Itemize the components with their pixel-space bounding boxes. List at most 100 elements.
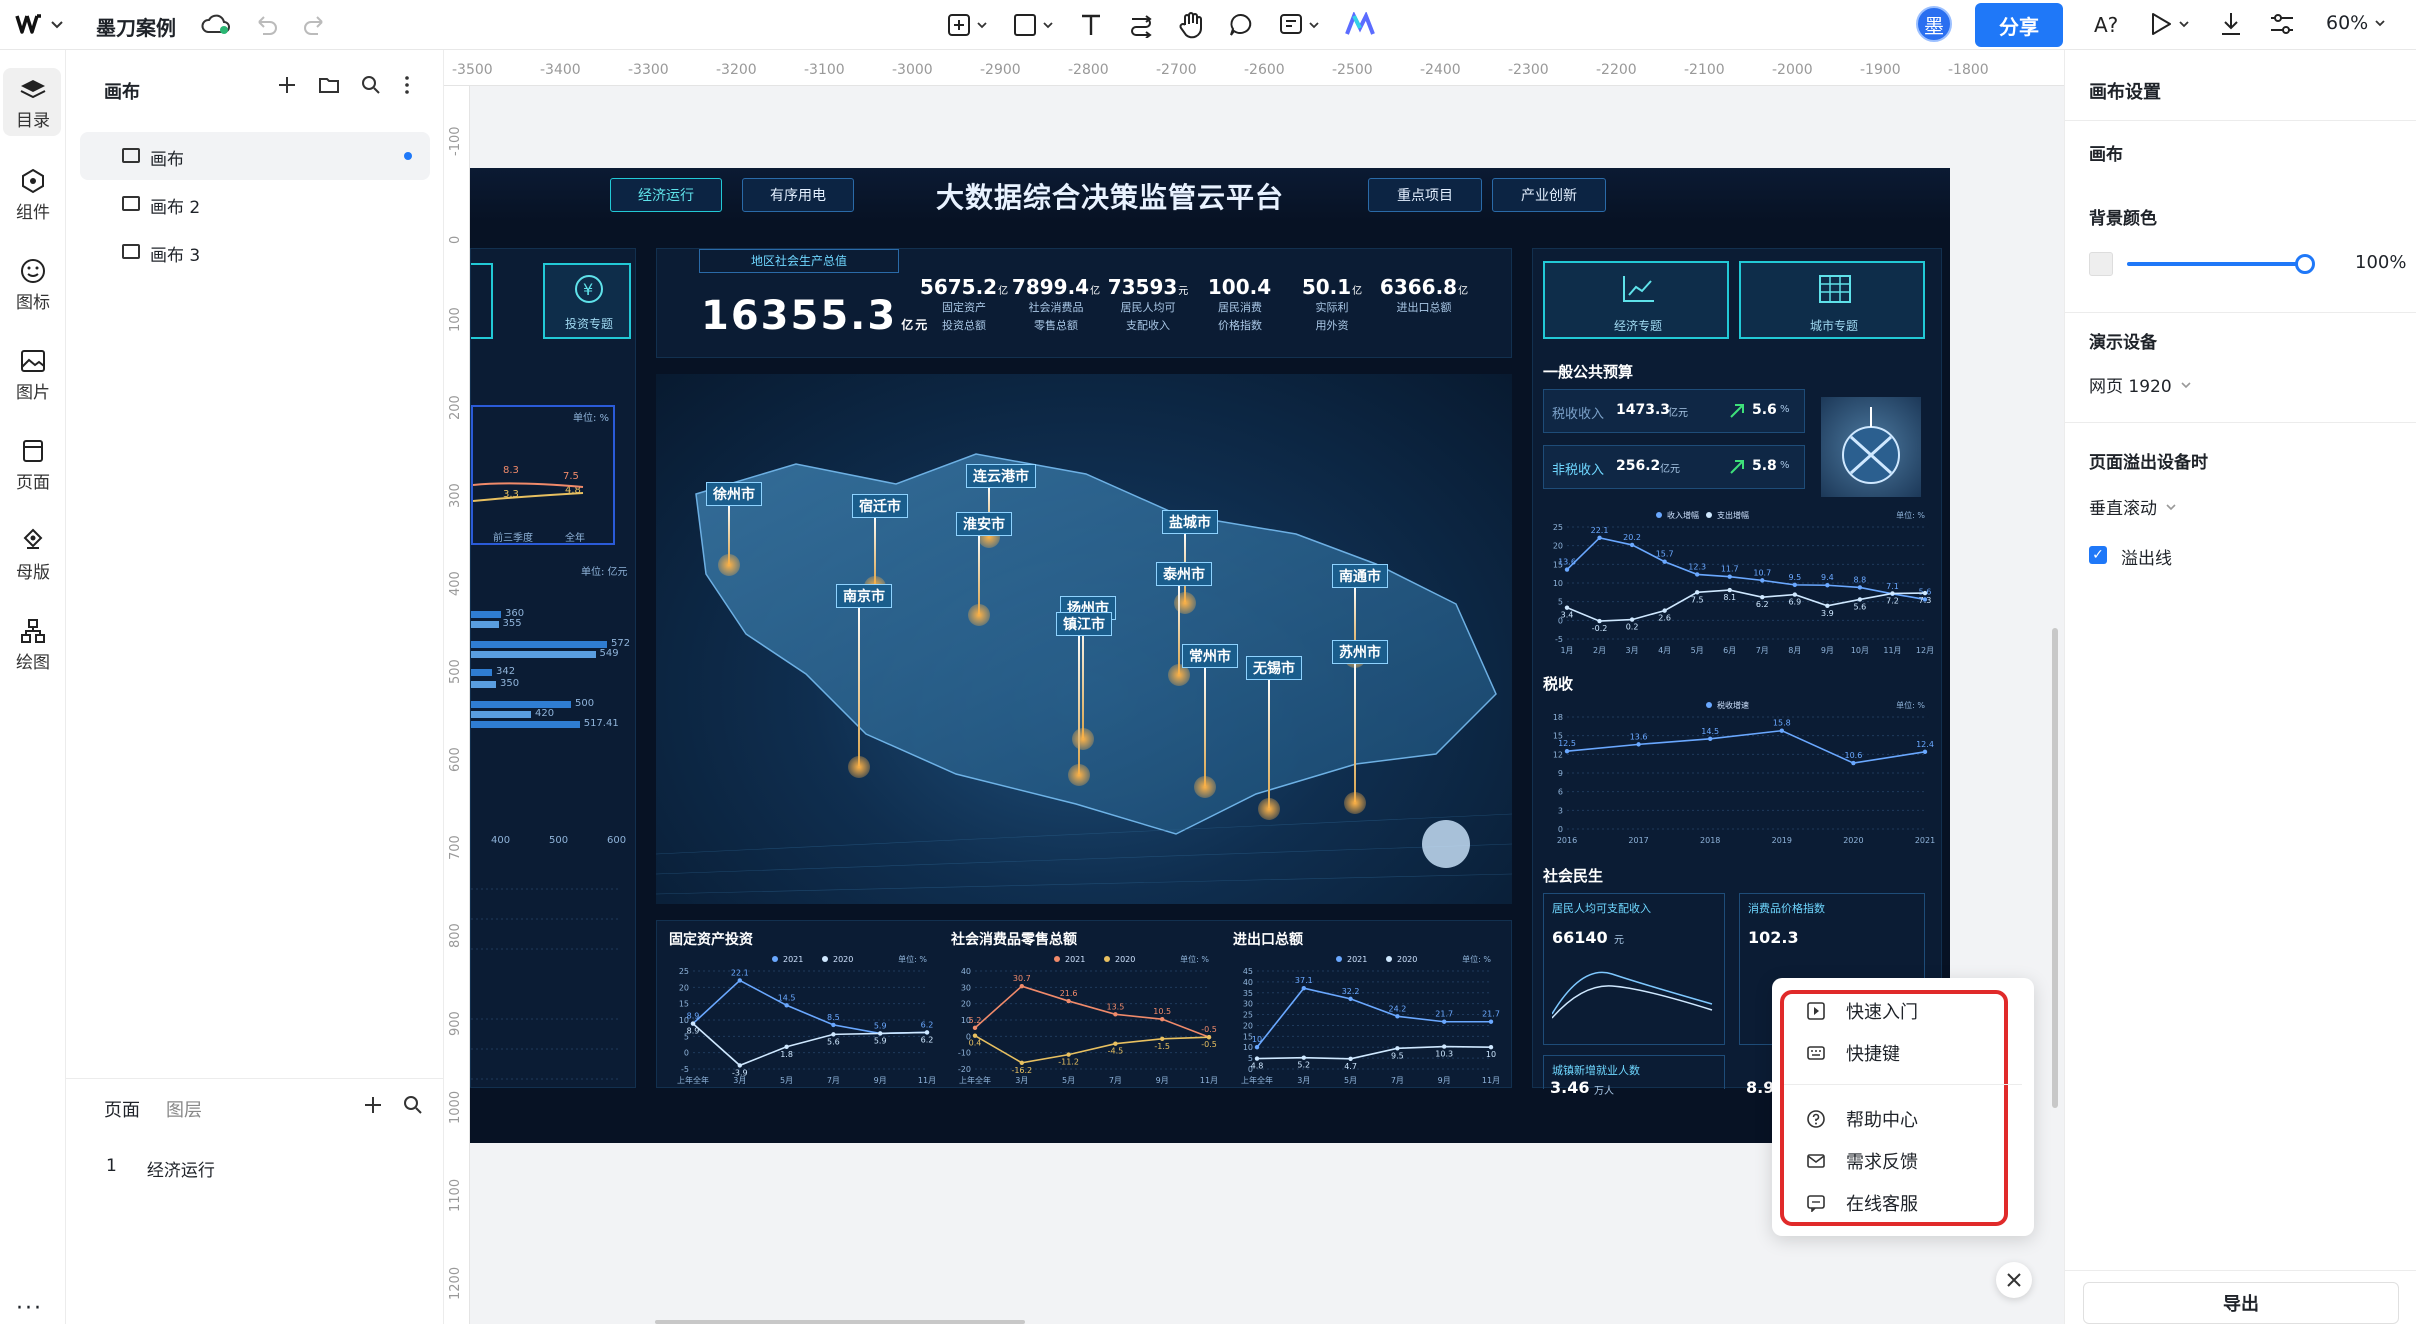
axis-tick: 400	[491, 835, 511, 846]
rail-item-pages[interactable]: 页面	[0, 438, 66, 493]
user-avatar[interactable]: 墨	[1916, 6, 1952, 42]
project-title[interactable]: 墨刀案例	[96, 12, 176, 41]
canvas-item[interactable]: 画布	[80, 132, 430, 180]
map-pin-glow	[1344, 792, 1366, 814]
opacity-slider[interactable]	[2127, 262, 2303, 266]
menu-item-help-center[interactable]: 帮助中心	[1806, 1106, 1918, 1132]
tab-pages[interactable]: 页面	[104, 1096, 140, 1122]
preview-button[interactable]	[2148, 10, 2190, 38]
legend-marker	[1054, 956, 1060, 962]
text-tool[interactable]	[1078, 8, 1104, 42]
x-tick-label: 上年全年	[959, 1075, 991, 1085]
panel-title: 画布	[104, 82, 140, 103]
invest-topic-card[interactable]: ¥ 投资专题	[543, 263, 631, 339]
dash-tab-innovation[interactable]: 产业创新	[1492, 178, 1606, 212]
chevron-down-icon	[977, 22, 987, 29]
menu-item-online-support[interactable]: 在线客服	[1806, 1190, 1918, 1216]
series-line	[1256, 987, 1491, 1048]
opacity-slider-knob[interactable]	[2295, 254, 2315, 274]
map-pin-line	[1354, 662, 1356, 802]
kpi-item: 50.1亿 实际利 用外资	[1287, 275, 1377, 335]
zoom-control[interactable]: 60%	[2326, 12, 2386, 34]
tax-section-title: 税收	[1543, 675, 1574, 693]
rail-item-masters[interactable]: 母版	[0, 528, 66, 583]
hand-tool[interactable]	[1178, 8, 1204, 42]
canvas-item[interactable]: 画布 2	[80, 180, 430, 228]
rail-item-components[interactable]: 组件	[0, 168, 66, 223]
search-icon[interactable]	[402, 1094, 424, 1116]
kpi-label: 固定资产	[942, 301, 986, 314]
jiangsu-map[interactable]: 徐州市 宿迁市 连云港市 淮安市 盐城市 南京市 扬州市 泰州市 镇江市 常州市 无锡市 南通市 苏州市	[656, 374, 1512, 904]
add-page-icon[interactable]	[362, 1094, 384, 1116]
folder-icon[interactable]	[318, 74, 340, 96]
dashboard-artboard[interactable]: 经济运行 有序用电 大数据综合决策监管云平台 重点项目 产业创新 ¥ 投资专题 …	[470, 168, 1950, 1143]
canvas-item[interactable]: 画布 3	[80, 228, 430, 276]
comment-tool[interactable]	[1228, 8, 1254, 42]
mail-icon	[1807, 1154, 1825, 1168]
rail-item-images[interactable]: 图片	[0, 348, 66, 403]
frame-icon	[122, 244, 140, 259]
horizontal-scrollbar[interactable]	[655, 1320, 1025, 1324]
insert-tool[interactable]	[946, 8, 988, 42]
x-tick-label: 7月	[827, 1076, 840, 1085]
connector-tool[interactable]	[1128, 8, 1154, 42]
menu-item-label: 需求反馈	[1846, 1152, 1918, 1173]
close-help-button[interactable]	[1996, 1262, 2032, 1298]
redo-icon[interactable]	[302, 12, 328, 38]
menu-item-shortcuts[interactable]: 快捷键	[1806, 1040, 1900, 1066]
x-tick-label: 12月	[1916, 646, 1934, 655]
data-label: 8.8	[1854, 575, 1867, 584]
map-pin-line	[978, 534, 980, 614]
ruler-tick: -3000	[892, 62, 933, 78]
search-icon[interactable]	[360, 74, 382, 96]
dash-tab-economy[interactable]: 经济运行	[610, 178, 722, 212]
rail-item-icons[interactable]: 图标	[0, 258, 66, 313]
cloud-sync-icon[interactable]	[200, 12, 232, 38]
font-check-icon[interactable]: A?	[2092, 10, 2124, 38]
data-point	[1792, 582, 1798, 588]
data-point	[1629, 617, 1635, 622]
data-point	[1760, 578, 1765, 583]
data-point	[1825, 583, 1830, 588]
dash-tab-projects[interactable]: 重点项目	[1368, 178, 1482, 212]
bar-value: 500	[575, 698, 595, 709]
city-topic-card[interactable]: 城市专题	[1739, 261, 1925, 339]
settings-sliders-icon[interactable]	[2268, 10, 2296, 38]
bg-color-swatch[interactable]	[2089, 252, 2113, 276]
x-tick-label: 7月	[1109, 1076, 1122, 1085]
data-label: 15.8	[1773, 719, 1791, 728]
dash-tab-power[interactable]: 有序用电	[742, 178, 854, 212]
opacity-value[interactable]: 100%	[2355, 252, 2406, 273]
vertical-scrollbar[interactable]	[2052, 628, 2058, 1108]
more-vertical-icon[interactable]	[402, 74, 412, 96]
tool-group	[946, 8, 1376, 42]
device-select[interactable]: 网页 1920	[2089, 372, 2192, 397]
left-column-panel: ¥ 投资专题 单位: % 8.3 7.5 3.3 4.8 前三季度 全年 单位:…	[470, 248, 636, 1088]
legend-label: 2021	[1347, 955, 1367, 964]
tab-layers[interactable]: 图层	[166, 1096, 202, 1122]
share-button[interactable]: 分享	[1975, 3, 2063, 47]
data-label: 10.7	[1753, 568, 1771, 577]
rail-item-directory[interactable]: 目录	[0, 78, 66, 131]
more-icon[interactable]: ···	[16, 1296, 43, 1321]
overflow-select[interactable]: 垂直滚动	[2089, 494, 2177, 519]
download-icon[interactable]	[2218, 10, 2244, 38]
annotation-tool[interactable]	[1278, 8, 1320, 42]
page-item[interactable]: 1 经济运行	[106, 1156, 215, 1181]
ruler-tick: -2900	[980, 62, 1021, 78]
export-button[interactable]: 导出	[2083, 1282, 2399, 1324]
chevron-down-icon	[2179, 21, 2189, 28]
ai-tool[interactable]	[1344, 8, 1376, 42]
economy-topic-card[interactable]: 经济专题	[1543, 261, 1729, 339]
axis-tick: 600	[607, 835, 627, 846]
app-logo-menu[interactable]	[14, 12, 64, 38]
overflow-line-checkbox[interactable]: ✓	[2089, 546, 2107, 564]
add-icon[interactable]	[276, 74, 298, 96]
undo-icon[interactable]	[253, 12, 279, 38]
rail-item-drawing[interactable]: 绘图	[0, 618, 66, 673]
shape-tool[interactable]	[1012, 8, 1054, 42]
menu-item-quick-start[interactable]: 快速入门	[1806, 998, 1918, 1024]
data-label: -3.9	[732, 1068, 748, 1077]
data-point	[1160, 1016, 1165, 1022]
menu-item-feedback[interactable]: 需求反馈	[1806, 1148, 1918, 1174]
